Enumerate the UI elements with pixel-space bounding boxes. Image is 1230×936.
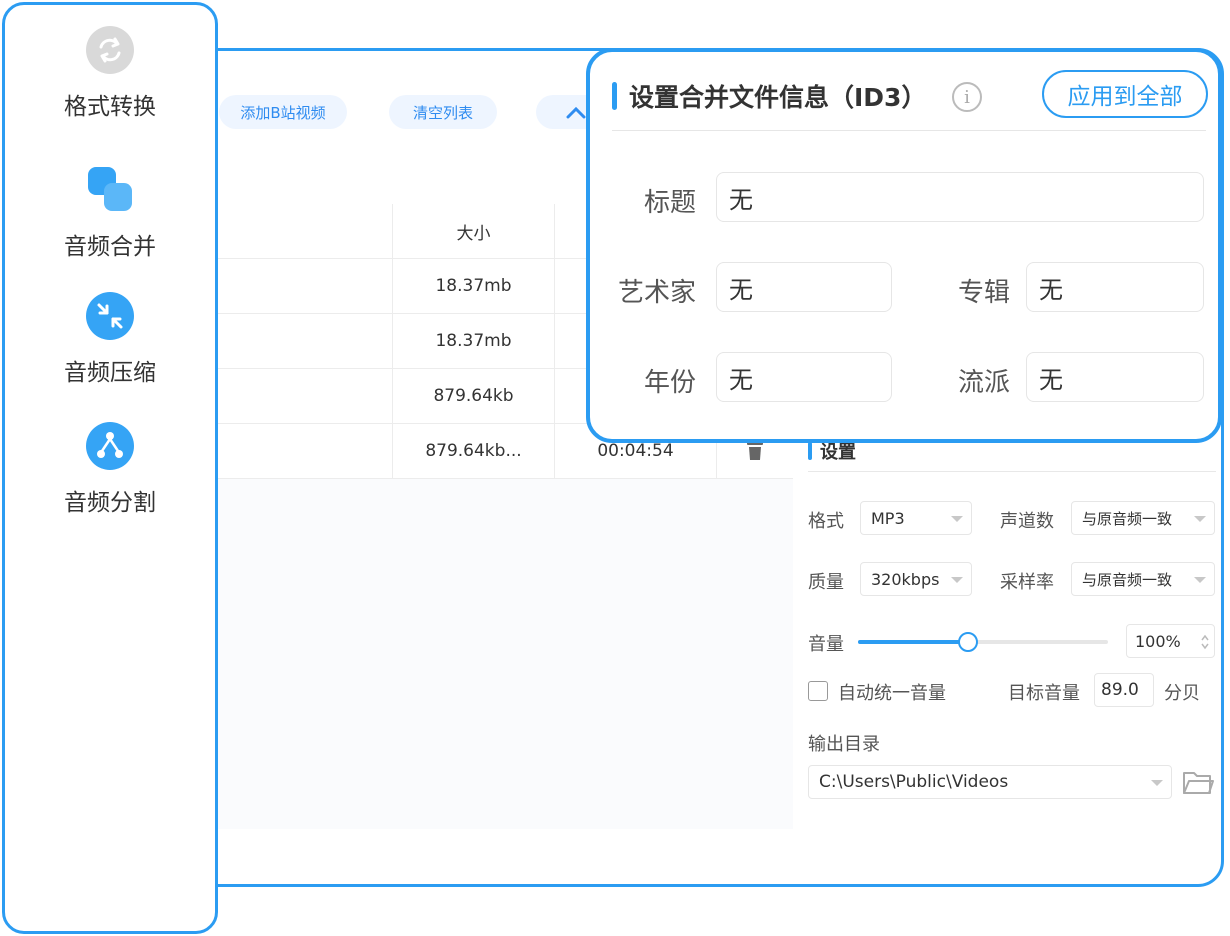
volume-value: 100% xyxy=(1135,631,1181,651)
caret-down-icon xyxy=(1194,516,1206,522)
quality-value: 320kbps xyxy=(871,569,940,589)
channels-label: 声道数 xyxy=(1000,511,1054,532)
genre-field-label: 流派 xyxy=(957,368,1010,398)
format-select[interactable]: MP3 xyxy=(860,501,972,535)
split-icon xyxy=(86,422,134,470)
id3-info-dialog: 设置合并文件信息（ID3） i 应用到全部 标题 艺术家 专辑 年份 流派 xyxy=(586,48,1222,443)
title-input[interactable] xyxy=(716,172,1204,222)
quality-select[interactable]: 320kbps xyxy=(860,562,972,596)
target-volume-input[interactable]: 89.0 xyxy=(1094,673,1154,707)
album-field-label: 专辑 xyxy=(957,278,1010,308)
volume-slider-handle[interactable] xyxy=(958,632,978,652)
title-field-label: 标题 xyxy=(643,188,696,218)
column-header-size[interactable]: 大小 xyxy=(393,204,555,258)
sidebar-item-audio-split[interactable]: 音频分割 xyxy=(5,421,215,521)
dialog-title: 设置合并文件信息（ID3） xyxy=(612,76,926,116)
auto-volume-label: 自动统一音量 xyxy=(838,683,946,704)
sidebar: 格式转换 音频合并 音频压缩 音频分割 xyxy=(2,2,218,934)
apply-to-all-button[interactable]: 应用到全部 xyxy=(1042,70,1208,118)
add-bilibili-video-button[interactable]: 添加B站视频 xyxy=(219,95,347,129)
refresh-icon xyxy=(86,26,134,74)
clear-list-button[interactable]: 清空列表 xyxy=(389,95,497,129)
folder-icon[interactable] xyxy=(1182,767,1214,797)
clear-list-label: 清空列表 xyxy=(412,103,473,122)
sidebar-item-label: 音频压缩 xyxy=(64,360,156,386)
volume-slider[interactable] xyxy=(858,632,1108,652)
info-icon[interactable]: i xyxy=(952,82,982,112)
samplerate-value: 与原音频一致 xyxy=(1082,570,1173,589)
caret-down-icon xyxy=(1151,780,1163,786)
target-volume-unit: 分贝 xyxy=(1164,683,1200,704)
volume-slider-fill xyxy=(858,640,968,644)
merge-icon xyxy=(88,167,132,211)
output-dir-value: C:\Users\Public\Videos xyxy=(819,772,1009,792)
caret-down-icon xyxy=(951,577,963,583)
stepper-arrows-icon[interactable] xyxy=(1200,633,1210,651)
channels-select[interactable]: 与原音频一致 xyxy=(1071,501,1215,535)
add-bilibili-video-label: 添加B站视频 xyxy=(240,103,326,122)
quality-label: 质量 xyxy=(808,572,844,593)
row-size: 18.37mb xyxy=(393,259,555,313)
output-dir-select[interactable]: C:\Users\Public\Videos xyxy=(808,765,1172,799)
row-size: 879.64kb... xyxy=(393,424,555,478)
sidebar-item-label: 格式转换 xyxy=(64,94,156,120)
artist-input[interactable] xyxy=(716,262,892,312)
caret-down-icon xyxy=(951,516,963,522)
year-input[interactable] xyxy=(716,352,892,402)
volume-label: 音量 xyxy=(808,634,844,655)
caret-down-icon xyxy=(1194,577,1206,583)
target-volume-value: 89.0 xyxy=(1101,680,1139,700)
trash-icon xyxy=(747,442,763,460)
year-field-label: 年份 xyxy=(643,368,696,398)
sidebar-item-audio-compress[interactable]: 音频压缩 xyxy=(5,291,215,391)
sidebar-item-format-convert[interactable]: 格式转换 xyxy=(5,25,215,125)
format-value: MP3 xyxy=(871,508,905,528)
artist-field-label: 艺术家 xyxy=(617,278,696,308)
sidebar-item-label: 音频合并 xyxy=(64,234,156,260)
volume-stepper[interactable]: 100% xyxy=(1126,624,1215,658)
sidebar-item-audio-merge[interactable]: 音频合并 xyxy=(5,165,215,265)
channels-value: 与原音频一致 xyxy=(1082,509,1173,528)
samplerate-label: 采样率 xyxy=(1000,572,1054,593)
sidebar-item-label: 音频分割 xyxy=(64,490,156,516)
genre-input[interactable] xyxy=(1026,352,1204,402)
target-volume-label: 目标音量 xyxy=(1008,683,1080,704)
format-label: 格式 xyxy=(808,511,844,532)
chevron-up-icon xyxy=(566,106,586,119)
row-size: 879.64kb xyxy=(393,369,555,423)
samplerate-select[interactable]: 与原音频一致 xyxy=(1071,562,1215,596)
output-dir-label: 输出目录 xyxy=(808,734,880,755)
apply-to-all-label: 应用到全部 xyxy=(1067,84,1183,110)
auto-volume-checkbox[interactable] xyxy=(808,681,828,701)
row-size: 18.37mb xyxy=(393,314,555,368)
album-input[interactable] xyxy=(1026,262,1204,312)
compress-icon xyxy=(86,292,134,340)
settings-panel: 设置 格式 MP3 声道数 与原音频一致 质量 320kbps 采样率 与原音频… xyxy=(808,431,1221,826)
dialog-title-text: 设置合并文件信息（ID3） xyxy=(629,83,927,112)
